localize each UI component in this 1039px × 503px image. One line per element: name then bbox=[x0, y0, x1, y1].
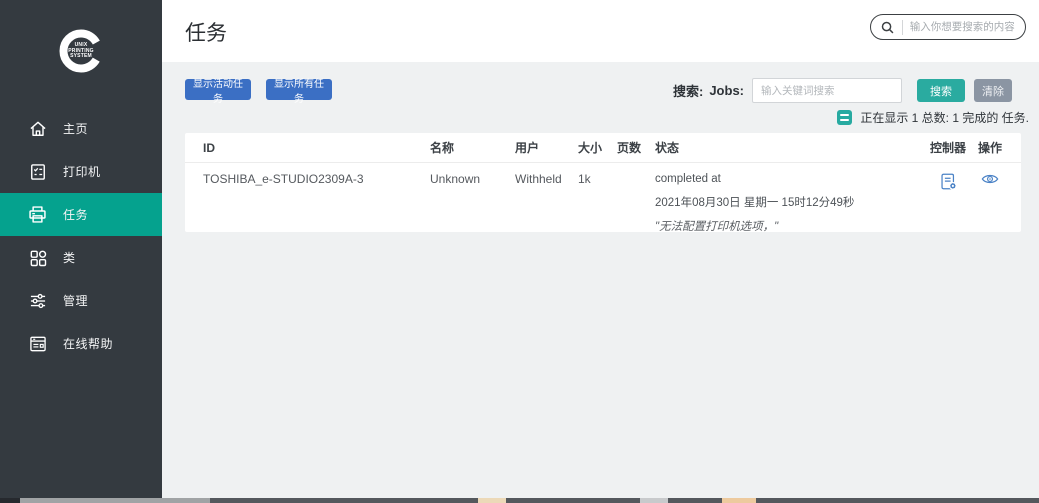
sidebar-item-label: 任务 bbox=[63, 206, 88, 223]
page-title: 任务 bbox=[185, 17, 227, 47]
page-header: 任务 bbox=[162, 0, 1039, 62]
job-pages-cell bbox=[617, 170, 655, 172]
jobs-summary-text: 正在显示 1 总数: 1 完成的 任务. bbox=[860, 109, 1029, 126]
job-status-message: "无法配置打印机选项，" bbox=[655, 220, 925, 235]
taskbar-sliver bbox=[640, 498, 668, 503]
global-search-input[interactable] bbox=[910, 21, 1016, 33]
cups-logo: UNIX PRINTING SYSTEM bbox=[58, 28, 104, 74]
jobs-table: ID 名称 用户 大小 页数 状态 控制器 操作 TOSHIBA_e-STUDI… bbox=[185, 133, 1021, 232]
column-header-id: ID bbox=[203, 141, 430, 155]
search-button[interactable]: 搜索 bbox=[917, 79, 965, 102]
sidebar-item-label: 在线帮助 bbox=[63, 335, 113, 352]
sidebar-item-label: 打印机 bbox=[63, 163, 101, 180]
taskbar-sliver bbox=[478, 498, 506, 503]
sidebar-item-label: 管理 bbox=[63, 292, 88, 309]
jobs-summary: 正在显示 1 总数: 1 完成的 任务. bbox=[837, 109, 1029, 126]
jobs-table-header: ID 名称 用户 大小 页数 状态 控制器 操作 bbox=[185, 133, 1021, 163]
sliders-icon bbox=[27, 290, 48, 311]
job-status-state: completed at bbox=[655, 172, 925, 187]
printer-icon bbox=[27, 204, 48, 225]
job-id-cell: TOSHIBA_e-STUDIO2309A-3 bbox=[203, 170, 430, 186]
job-user-cell: Withheld bbox=[515, 170, 578, 186]
column-header-size: 大小 bbox=[578, 139, 617, 156]
sidebar-item-classes[interactable]: 类 bbox=[0, 236, 162, 279]
app-window: UNIX PRINTING SYSTEM 主页 bbox=[0, 0, 1039, 503]
sidebar-item-administration[interactable]: 管理 bbox=[0, 279, 162, 322]
column-header-name: 名称 bbox=[430, 139, 515, 156]
search-label: 搜索: bbox=[673, 81, 703, 100]
taskbar-sliver bbox=[20, 498, 210, 503]
jobs-label: Jobs: bbox=[709, 83, 744, 98]
grid-icon bbox=[27, 247, 48, 268]
cups-logo-text: UNIX PRINTING SYSTEM bbox=[58, 43, 104, 60]
search-icon bbox=[880, 20, 895, 35]
taskbar-sliver bbox=[0, 498, 20, 503]
job-status-cell: completed at 2021年08月30日 星期一 15时12分49秒 "… bbox=[655, 170, 925, 235]
sidebar-item-label: 主页 bbox=[63, 120, 88, 137]
window-doc-icon bbox=[27, 333, 48, 354]
job-controller-cell bbox=[925, 170, 971, 194]
eye-icon[interactable] bbox=[981, 172, 999, 186]
logo-line: SYSTEM bbox=[58, 54, 104, 60]
clear-button[interactable]: 清除 bbox=[974, 79, 1012, 102]
column-header-controller: 控制器 bbox=[925, 139, 971, 156]
sidebar-item-home[interactable]: 主页 bbox=[0, 107, 162, 150]
jobs-search-bar: 搜索: Jobs: 搜索 清除 bbox=[673, 78, 1012, 103]
sidebar-item-online-help[interactable]: 在线帮助 bbox=[0, 322, 162, 365]
column-header-status: 状态 bbox=[655, 139, 925, 156]
home-icon bbox=[27, 118, 48, 139]
table-row: TOSHIBA_e-STUDIO2309A-3 Unknown Withheld… bbox=[185, 163, 1021, 235]
sidebar-item-label: 类 bbox=[63, 249, 76, 266]
job-size-cell: 1k bbox=[578, 170, 617, 186]
taskbar-sliver bbox=[210, 498, 1039, 503]
column-header-pages: 页数 bbox=[617, 139, 655, 156]
taskbar-sliver bbox=[722, 498, 756, 503]
keyword-search-input[interactable] bbox=[752, 78, 902, 103]
sidebar-item-jobs[interactable]: 任务 bbox=[0, 193, 162, 236]
document-gear-icon[interactable] bbox=[939, 172, 958, 191]
job-status-timestamp: 2021年08月30日 星期一 15时12分49秒 bbox=[655, 196, 925, 211]
column-header-actions: 操作 bbox=[971, 139, 1009, 156]
job-name-cell: Unknown bbox=[430, 170, 515, 186]
sidebar-item-printers[interactable]: 打印机 bbox=[0, 150, 162, 193]
divider bbox=[902, 20, 903, 35]
global-search[interactable] bbox=[870, 14, 1026, 40]
sidebar: UNIX PRINTING SYSTEM 主页 bbox=[0, 0, 162, 498]
column-header-user: 用户 bbox=[515, 139, 578, 156]
sidebar-nav: 主页 打印机 bbox=[0, 107, 162, 365]
show-active-jobs-button[interactable]: 显示活动任务 bbox=[185, 79, 251, 100]
list-icon bbox=[837, 110, 852, 125]
checklist-icon bbox=[27, 161, 48, 182]
show-all-jobs-button[interactable]: 显示所有任务 bbox=[266, 79, 332, 100]
job-actions-cell bbox=[971, 170, 1009, 189]
